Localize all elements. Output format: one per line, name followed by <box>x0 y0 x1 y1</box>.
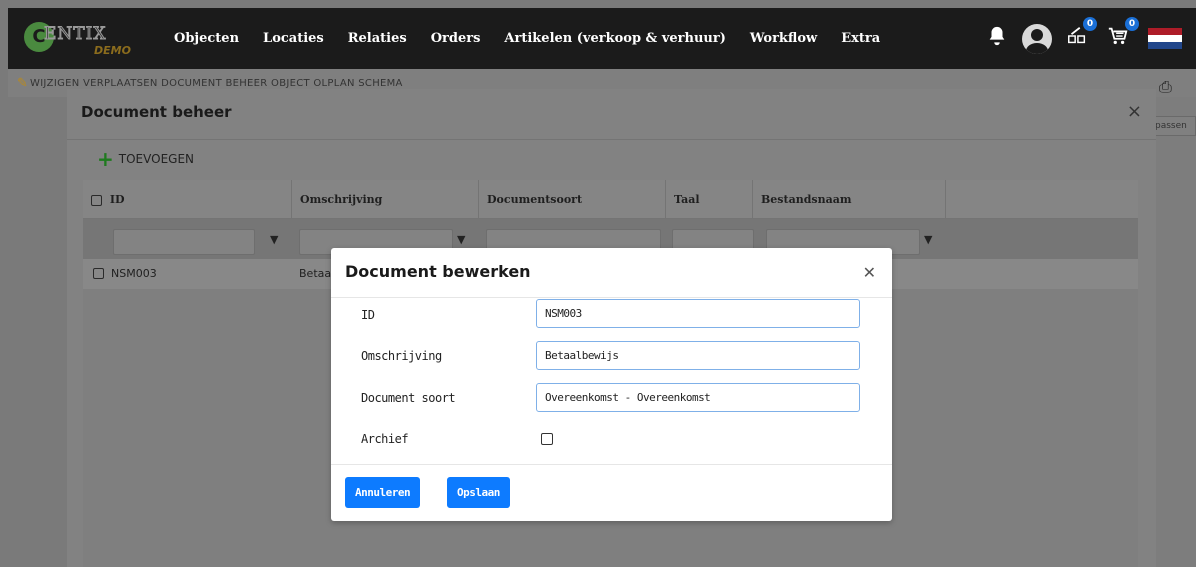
netherlands-flag-icon[interactable] <box>1148 27 1182 50</box>
top-navigation-bar: C ENTIX DEMO Objecten Locaties Relaties … <box>8 8 1196 69</box>
add-document-label: TOEVOEGEN <box>118 152 195 166</box>
side-button[interactable]: passen <box>1150 116 1196 136</box>
print-icon[interactable]: ⎙ <box>1159 77 1172 97</box>
column-id[interactable]: ID <box>83 180 292 219</box>
omschrijving-label: Omschrijving <box>361 349 442 363</box>
dialog-title: Document bewerken <box>345 262 531 281</box>
archief-checkbox[interactable] <box>541 433 553 445</box>
grid-header: ID Omschrijving Documentsoort Taal Besta… <box>83 180 1138 219</box>
column-taal[interactable]: Taal <box>666 180 753 219</box>
logo-subtitle: DEMO <box>94 44 131 57</box>
page-toolbar-actions[interactable]: WIJZIGEN VERPLAATSEN DOCUMENT BEHEER OBJ… <box>30 78 403 89</box>
cancel-button[interactable]: Annuleren <box>345 477 421 508</box>
centix-logo[interactable]: C ENTIX DEMO <box>24 20 154 60</box>
menu-item-workflow[interactable]: Workflow <box>750 31 817 46</box>
menu-item-orders[interactable]: Orders <box>431 31 481 46</box>
column-omschrijving[interactable]: Omschrijving <box>292 180 479 219</box>
menu-item-artikelen[interactable]: Artikelen (verkoop & verhuur) <box>504 31 725 46</box>
row-id: NSM003 <box>111 267 157 280</box>
row-omschrijving: Betaal <box>299 267 335 280</box>
divider <box>67 139 1156 140</box>
edit-cart-icon[interactable]: 0 <box>1066 17 1097 52</box>
user-avatar-icon[interactable] <box>1022 23 1052 54</box>
main-menu: Objecten Locaties Relaties Orders Artike… <box>174 8 904 69</box>
shopping-cart-icon[interactable]: 0 <box>1106 17 1139 52</box>
column-documentsoort[interactable]: Documentsoort <box>479 180 666 219</box>
modal-title: Document beheer <box>81 103 232 121</box>
menu-item-locaties[interactable]: Locaties <box>263 31 324 46</box>
close-icon[interactable]: ✕ <box>863 263 876 282</box>
column-bestandsnaam[interactable]: Bestandsnaam <box>753 180 946 219</box>
plus-icon: + <box>97 147 114 171</box>
filter-icon[interactable]: ▼ <box>457 233 465 246</box>
filter-id-input[interactable] <box>113 229 255 255</box>
add-document-button[interactable]: + TOEVOEGEN <box>97 149 194 169</box>
page-left-area <box>8 97 67 567</box>
cart-badge: 0 <box>1125 17 1139 31</box>
id-label: ID <box>361 308 375 322</box>
document-soort-input[interactable] <box>536 383 860 412</box>
filter-icon[interactable]: ▼ <box>924 233 932 246</box>
edit-cart-badge: 0 <box>1083 17 1097 31</box>
column-id-label: ID <box>109 193 125 206</box>
menu-item-relaties[interactable]: Relaties <box>348 31 407 46</box>
divider <box>331 297 892 298</box>
header-icons: 0 0 <box>972 8 1182 69</box>
omschrijving-input[interactable] <box>536 341 860 370</box>
select-all-checkbox[interactable] <box>91 194 102 206</box>
id-input[interactable] <box>536 299 860 328</box>
close-icon[interactable]: × <box>1127 101 1142 122</box>
archief-label: Archief <box>361 432 409 446</box>
document-bewerken-dialog: Document bewerken ✕ ID Omschrijving Docu… <box>331 248 892 521</box>
document-soort-label: Document soort <box>361 391 456 405</box>
bell-icon[interactable] <box>986 25 1008 52</box>
divider <box>331 464 892 465</box>
row-checkbox[interactable] <box>93 268 104 279</box>
pencil-icon: ✎ <box>17 76 28 91</box>
filter-icon[interactable]: ▼ <box>270 233 278 246</box>
menu-item-objecten[interactable]: Objecten <box>174 31 239 46</box>
page-right-area <box>1156 97 1196 567</box>
logo-name: ENTIX <box>43 24 107 45</box>
menu-item-extra[interactable]: Extra <box>841 31 880 46</box>
save-button[interactable]: Opslaan <box>447 477 510 508</box>
